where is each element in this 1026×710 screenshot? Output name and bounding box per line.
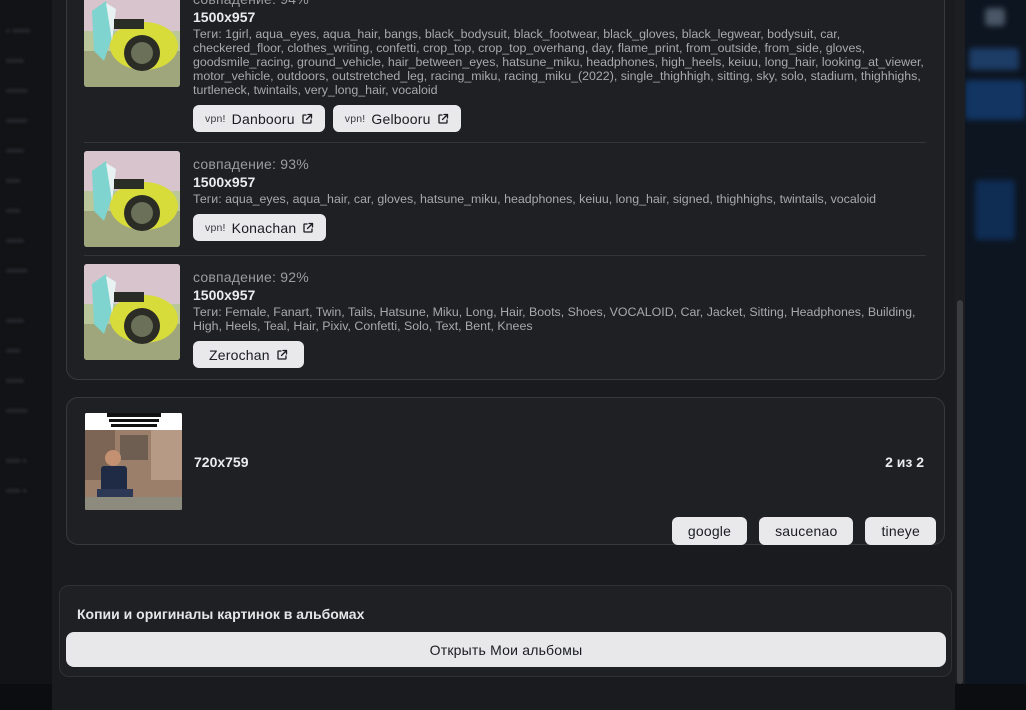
result-thumbnail[interactable] bbox=[84, 0, 180, 87]
blurred-background-window bbox=[965, 0, 1026, 684]
external-link-icon bbox=[437, 113, 448, 124]
image-dimensions: 1500x957 bbox=[193, 9, 256, 25]
car-artwork-thumbnail bbox=[84, 264, 180, 360]
tags-list: Теги: 1girl, aqua_eyes, aqua_hair, bangs… bbox=[193, 27, 924, 97]
konachan-button[interactable]: vpn! Konachan bbox=[193, 214, 327, 241]
albums-title: Копии и оригиналы картинок в альбомах bbox=[77, 606, 365, 622]
search-engine-buttons: google saucenao tineye bbox=[671, 517, 936, 545]
google-button[interactable]: google bbox=[671, 517, 748, 545]
button-label: Danbooru bbox=[231, 110, 295, 127]
source-buttons: vpn! Danbooru vpn! Gelbooru bbox=[193, 105, 926, 132]
source-buttons: Zerochan bbox=[193, 341, 926, 368]
open-albums-button[interactable]: Открыть Мои альбомы bbox=[66, 632, 946, 667]
tags-list: Теги: aqua_eyes, aqua_hair, car, gloves,… bbox=[193, 192, 877, 206]
external-link-icon bbox=[302, 113, 312, 124]
zerochan-button[interactable]: Zerochan bbox=[193, 341, 304, 368]
scrollbar-thumb[interactable] bbox=[957, 300, 963, 684]
blurred-sidebar: ▪ ▪▪▪▪▪ ▪▪▪▪▪ ▪▪▪▪▪▪ ▪▪▪▪▪▪ ▪▪▪▪▪ ▪▪▪▪ ▪… bbox=[6, 26, 31, 497]
match-percentage: совпадение: 93% bbox=[193, 156, 309, 172]
result-info: совпадение: 93% 1500x957 Теги: aqua_eyes… bbox=[193, 156, 926, 241]
saucenao-button[interactable]: saucenao bbox=[759, 517, 854, 545]
button-label: Konachan bbox=[231, 219, 297, 236]
button-label: Gelbooru bbox=[371, 110, 431, 127]
tags-list: Теги: Female, Fanart, Twin, Tails, Hatsu… bbox=[193, 305, 916, 333]
image-dimensions: 720x759 bbox=[194, 454, 249, 470]
result-divider bbox=[84, 142, 926, 143]
danbooru-button[interactable]: vpn! Danbooru bbox=[193, 105, 325, 132]
second-image-card: 720x759 2 из 2 google saucenao tineye bbox=[66, 397, 945, 545]
vpn-badge: vpn! bbox=[205, 112, 226, 125]
query-image-thumbnail[interactable] bbox=[85, 413, 182, 510]
vpn-badge: vpn! bbox=[344, 112, 366, 125]
gelbooru-button[interactable]: vpn! Gelbooru bbox=[332, 105, 461, 132]
result-thumbnail[interactable] bbox=[84, 151, 180, 247]
button-label: Zerochan bbox=[209, 346, 270, 363]
image-counter: 2 из 2 bbox=[885, 454, 924, 470]
match-percentage: совпадение: 94% bbox=[193, 0, 926, 8]
tineye-button[interactable]: tineye bbox=[865, 517, 936, 545]
image-dimensions: 1500x957 bbox=[193, 174, 256, 190]
result-divider bbox=[84, 255, 926, 256]
photo-thumbnail bbox=[85, 413, 182, 510]
source-buttons: vpn! Konachan bbox=[193, 214, 926, 241]
car-artwork-thumbnail bbox=[84, 0, 180, 87]
external-link-icon bbox=[303, 222, 314, 233]
image-dimensions: 1500x957 bbox=[193, 287, 256, 303]
match-percentage: совпадение: 92% bbox=[193, 269, 309, 285]
albums-card: Копии и оригиналы картинок в альбомах От… bbox=[59, 585, 952, 677]
external-link-icon bbox=[277, 349, 287, 360]
vpn-badge: vpn! bbox=[205, 221, 226, 234]
result-info: совпадение: 92% 1500x957 Теги: Female, F… bbox=[193, 269, 926, 368]
result-thumbnail[interactable] bbox=[84, 264, 180, 360]
car-artwork-thumbnail bbox=[84, 151, 180, 247]
result-info: совпадение: 94% 1500x957 Теги: 1girl, aq… bbox=[193, 0, 926, 132]
